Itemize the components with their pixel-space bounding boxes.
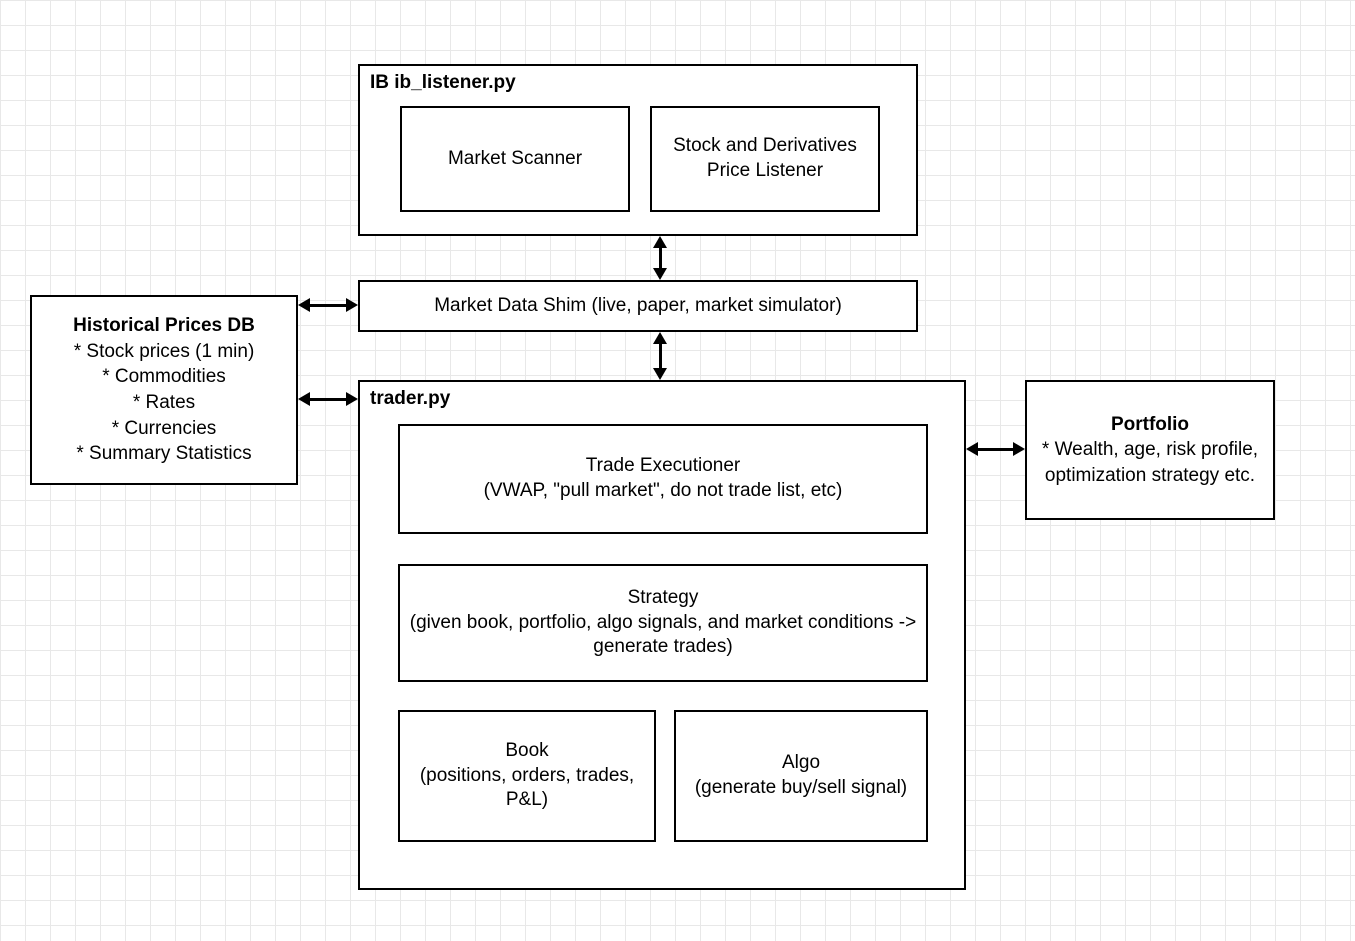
- market-data-shim-box[interactable]: Market Data Shim (live, paper, market si…: [358, 280, 918, 332]
- book-box[interactable]: Book (positions, orders, trades, P&L): [398, 710, 656, 842]
- book-body: (positions, orders, trades, P&L): [406, 764, 648, 813]
- market-scanner-box[interactable]: Market Scanner: [400, 106, 630, 212]
- market-data-shim-label: Market Data Shim (live, paper, market si…: [434, 294, 842, 319]
- ib-listener-box[interactable]: IB ib_listener.py Market Scanner Stock a…: [358, 64, 918, 236]
- arrow-ib-shim-up: [653, 236, 667, 248]
- price-listener-box[interactable]: Stock and Derivatives Price Listener: [650, 106, 880, 212]
- arrow-db-shim-left: [298, 298, 310, 312]
- historical-db-title: Historical Prices DB: [42, 313, 286, 339]
- algo-title: Algo: [782, 751, 820, 776]
- book-title: Book: [505, 739, 548, 764]
- arrow-trader-portfolio: [978, 448, 1013, 451]
- historical-db-item-4: * Summary Statistics: [42, 441, 286, 467]
- arrow-ib-shim: [659, 246, 662, 270]
- arrow-db-shim-right: [346, 298, 358, 312]
- arrow-trader-portfolio-right: [1013, 442, 1025, 456]
- algo-box[interactable]: Algo (generate buy/sell signal): [674, 710, 928, 842]
- market-scanner-label: Market Scanner: [448, 147, 582, 172]
- strategy-title: Strategy: [628, 586, 699, 611]
- historical-db-box[interactable]: Historical Prices DB * Stock prices (1 m…: [30, 295, 298, 485]
- trader-title: trader.py: [360, 382, 964, 414]
- strategy-body: (given book, portfolio, algo signals, an…: [406, 611, 920, 660]
- historical-db-item-1: * Commodities: [42, 364, 286, 390]
- portfolio-body: * Wealth, age, risk profile, optimizatio…: [1037, 437, 1263, 488]
- arrow-shim-trader-down: [653, 368, 667, 380]
- portfolio-title: Portfolio: [1037, 412, 1263, 438]
- arrow-db-trader-left: [298, 392, 310, 406]
- algo-body: (generate buy/sell signal): [695, 776, 907, 801]
- arrow-db-shim: [310, 304, 346, 307]
- historical-db-item-0: * Stock prices (1 min): [42, 339, 286, 365]
- arrow-db-trader-right: [346, 392, 358, 406]
- trade-executioner-box[interactable]: Trade Executioner (VWAP, "pull market", …: [398, 424, 928, 534]
- arrow-shim-trader: [659, 342, 662, 368]
- strategy-box[interactable]: Strategy (given book, portfolio, algo si…: [398, 564, 928, 682]
- historical-db-item-2: * Rates: [42, 390, 286, 416]
- ib-listener-title: IB ib_listener.py: [360, 66, 916, 98]
- arrow-shim-trader-up: [653, 332, 667, 344]
- historical-db-item-3: * Currencies: [42, 416, 286, 442]
- portfolio-box[interactable]: Portfolio * Wealth, age, risk profile, o…: [1025, 380, 1275, 520]
- trade-executioner-body: (VWAP, "pull market", do not trade list,…: [484, 479, 843, 504]
- price-listener-label: Stock and Derivatives Price Listener: [658, 134, 872, 183]
- trader-box[interactable]: trader.py Trade Executioner (VWAP, "pull…: [358, 380, 966, 890]
- arrow-trader-portfolio-left: [966, 442, 978, 456]
- arrow-ib-shim-down: [653, 268, 667, 280]
- arrow-db-trader: [310, 398, 346, 401]
- trade-executioner-title: Trade Executioner: [586, 454, 741, 479]
